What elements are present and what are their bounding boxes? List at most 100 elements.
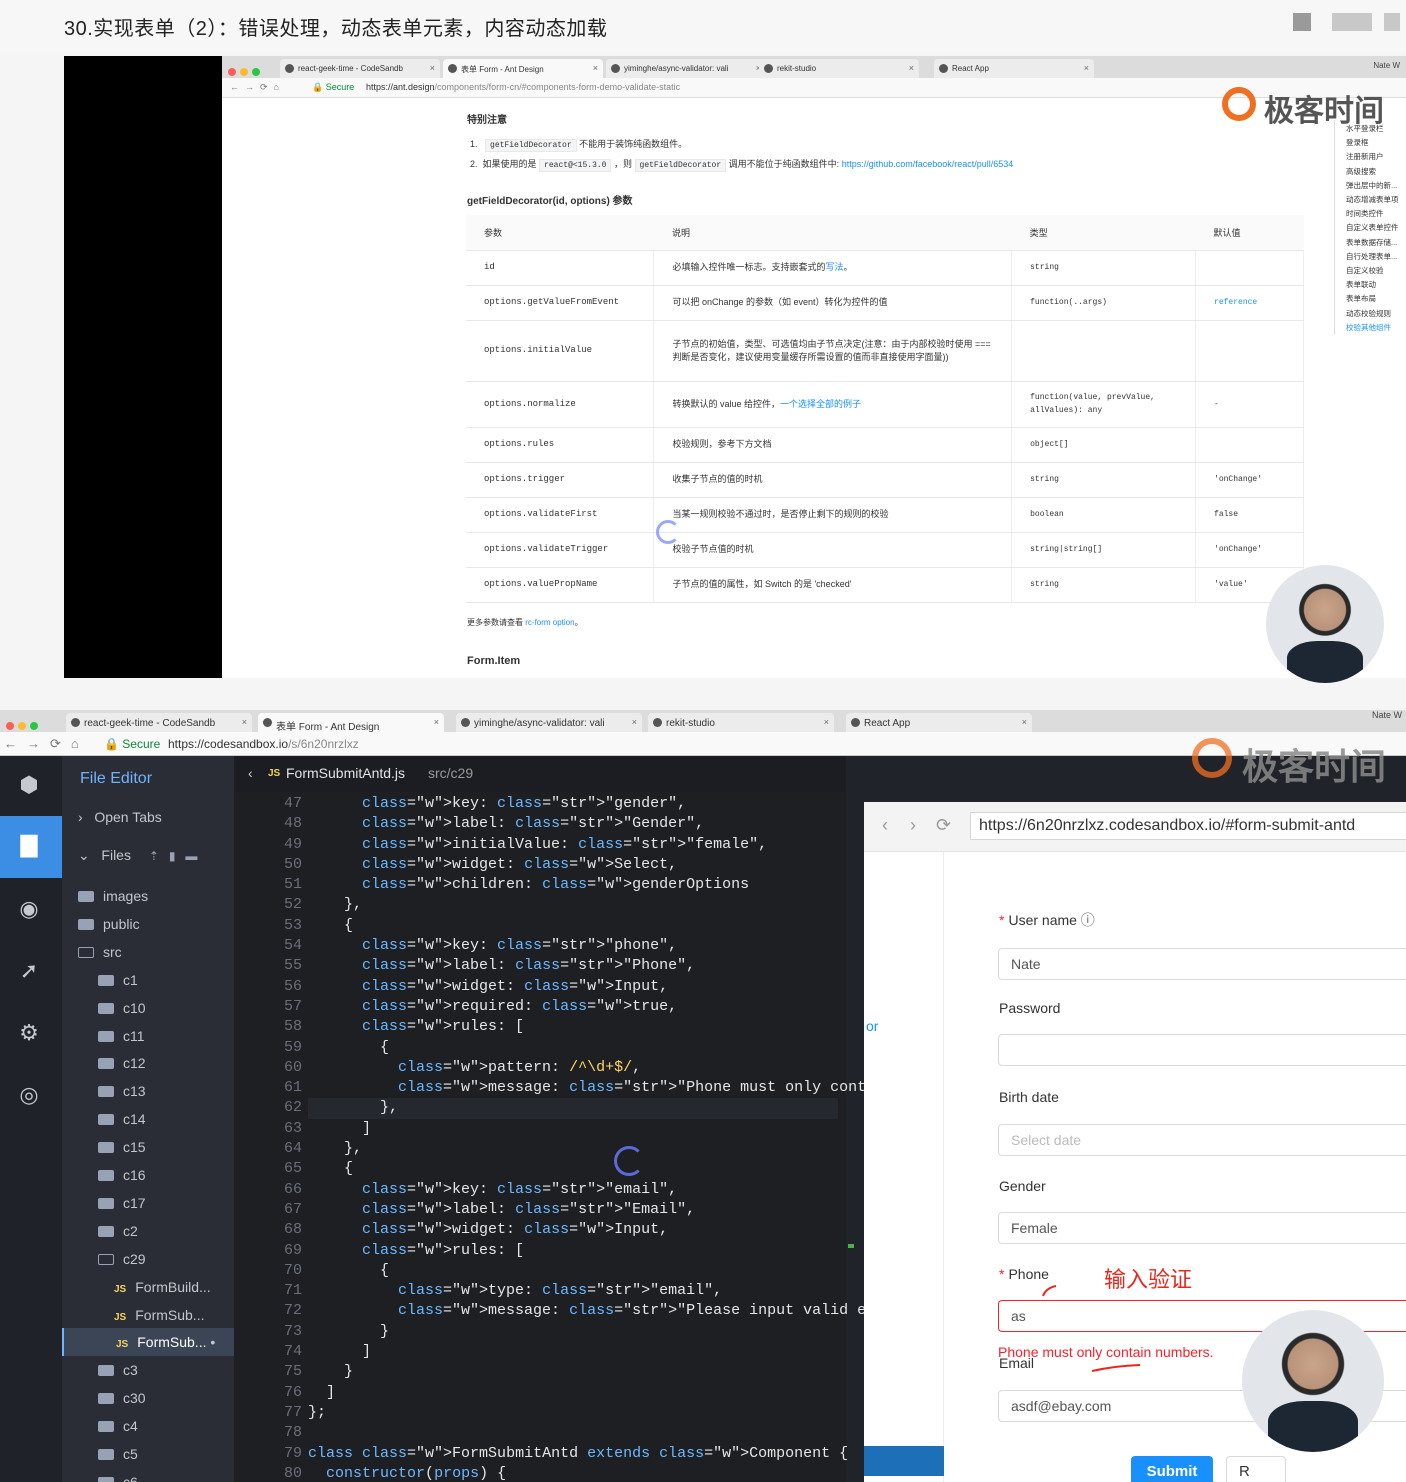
folder-item[interactable]: c4 — [62, 1412, 234, 1440]
toc-item[interactable]: 时间类控件 — [1346, 208, 1384, 219]
close-icon[interactable]: × — [1022, 717, 1027, 727]
code-line[interactable]: class="w">key: class="str">"gender", — [308, 794, 838, 814]
code-line[interactable] — [308, 1423, 838, 1443]
form-input-password[interactable] — [998, 1034, 1406, 1066]
folder-item[interactable]: c13 — [62, 1077, 234, 1105]
browser-tab[interactable]: rekit-studio × — [648, 713, 834, 732]
toc-item[interactable]: 表单联动 — [1346, 279, 1376, 290]
toc-item[interactable]: 动态校验规则 — [1346, 308, 1391, 319]
code-line[interactable]: class="w">message: class="str">"Please i… — [308, 1301, 992, 1321]
window-control-icon[interactable] — [1293, 13, 1311, 31]
browser-tab[interactable]: 表单 Form - Ant Design × — [443, 59, 603, 78]
question-circle-icon[interactable]: ⓘ — [1077, 912, 1095, 928]
window-control-icon[interactable] — [1384, 13, 1400, 31]
file-item[interactable]: JS FormSub... • — [62, 1328, 234, 1357]
config-file-icon[interactable]: ⚙ — [14, 1020, 44, 1046]
description-link[interactable]: 一个选择全部的例子 — [780, 399, 861, 409]
close-icon[interactable]: × — [632, 717, 637, 727]
browser-tab[interactable]: React App × — [846, 713, 1032, 732]
upload-icon[interactable]: ⇡ — [149, 849, 159, 863]
code-line[interactable]: class="w">key: class="str">"email", — [308, 1180, 838, 1200]
code-line[interactable]: class="w">pattern: /^\d+$/, — [308, 1058, 838, 1078]
forward-icon[interactable]: › — [910, 815, 916, 836]
code-line[interactable]: class="w">required: class="w">true, — [308, 997, 838, 1017]
new-folder-icon[interactable]: ▬ — [185, 849, 197, 863]
close-icon[interactable]: × — [1084, 63, 1089, 73]
back-icon[interactable]: ‹ — [882, 815, 888, 836]
code-line[interactable]: constructor(props) { — [308, 1464, 838, 1482]
toc-item[interactable]: 自定义校验 — [1346, 265, 1384, 276]
code-editor[interactable]: ‹ JS FormSubmitAntd.js src/c29 47 48 49 50 5… — [234, 756, 1082, 1482]
code-line[interactable]: class="w">label: class="str">"Email", — [308, 1200, 838, 1220]
param-default[interactable]: reference — [1195, 285, 1304, 321]
react-pr-link[interactable]: https://github.com/facebook/react/pull/6… — [842, 159, 1014, 169]
deploy-rocket-icon[interactable]: ➚ — [14, 958, 44, 984]
browser-tab[interactable]: react-geek-time - CodeSandb × — [66, 713, 252, 732]
folder-item[interactable]: src — [62, 938, 234, 966]
code-line[interactable]: { — [308, 1261, 838, 1281]
close-icon[interactable]: × — [430, 63, 435, 73]
folder-item[interactable]: c3 — [62, 1356, 234, 1384]
folder-item[interactable]: c17 — [62, 1189, 234, 1217]
folder-item[interactable]: c30 — [62, 1384, 234, 1412]
window-control-icon[interactable] — [1332, 13, 1372, 31]
github-icon[interactable]: ◉ — [14, 896, 44, 922]
folder-item[interactable]: c14 — [62, 1105, 234, 1133]
nav-arrows-icon[interactable]: ←→⟳⌂ — [230, 82, 285, 93]
code-line[interactable]: }, — [308, 1098, 838, 1119]
toc-item[interactable]: 动态增减表单项 — [1346, 194, 1399, 205]
folder-item[interactable]: c5 — [62, 1440, 234, 1468]
form-input-birth-date[interactable]: Select date — [998, 1124, 1406, 1156]
toc-item[interactable]: 弹出层中的新... — [1346, 180, 1397, 191]
code-line[interactable]: } — [308, 1362, 838, 1382]
open-tabs-toggle[interactable]: › Open Tabs — [62, 804, 234, 832]
file-item[interactable]: JS FormSub... — [62, 1301, 234, 1329]
code-line[interactable]: { — [308, 1159, 838, 1179]
submit-button[interactable]: Submit — [1131, 1456, 1213, 1482]
new-file-icon[interactable]: ▮ — [169, 849, 176, 863]
code-line[interactable]: class="w">message: class="str">"Phone mu… — [308, 1078, 983, 1098]
browser-tab[interactable]: react-geek-time - CodeSandb × — [280, 59, 440, 78]
description-link[interactable]: 写法 — [825, 262, 843, 272]
folder-item[interactable]: public — [62, 910, 234, 938]
folder-item[interactable]: c1 — [62, 966, 234, 994]
url-text[interactable]: https://codesandbox.io/s/6n20nrzlxz — [168, 737, 359, 751]
file-editor-icon[interactable]: ▇ — [14, 832, 44, 858]
folder-item[interactable]: c11 — [62, 1022, 234, 1050]
code-line[interactable]: class="w">widget: class="w">Input, — [308, 977, 838, 997]
toc-item[interactable]: 表单数据存储... — [1346, 237, 1397, 248]
code-line[interactable]: ] — [308, 1119, 838, 1139]
close-icon[interactable]: × — [593, 63, 598, 73]
url-text[interactable]: https://ant.design/components/form-cn/#c… — [366, 82, 680, 92]
codesandbox-logo-icon[interactable]: ⬢ — [14, 772, 44, 798]
code-line[interactable]: class="w">label: class="str">"Gender", — [308, 814, 838, 834]
code-line[interactable]: ] — [308, 1383, 838, 1403]
code-line[interactable]: class="w">initialValue: class="str">"fem… — [308, 835, 838, 855]
close-icon[interactable]: × — [824, 717, 829, 727]
nav-arrows-icon[interactable]: ←→⟳⌂ — [4, 736, 89, 752]
toc-item[interactable]: 登录框 — [1346, 137, 1369, 148]
browser-tab[interactable]: yiminghe/async-validator: vali× — [456, 713, 642, 732]
code-line[interactable]: class="w">label: class="str">"Phone", — [308, 956, 838, 976]
browser-tab[interactable]: yiminghe/async-validator: vali× — [606, 59, 766, 78]
folder-item[interactable]: c16 — [62, 1161, 234, 1189]
back-chevron-icon[interactable]: ‹ — [248, 765, 253, 781]
code-line[interactable]: class="w">rules: [ — [308, 1241, 838, 1261]
code-line[interactable]: }; — [308, 1403, 838, 1423]
rc-form-link[interactable]: rc-form option — [525, 618, 574, 627]
refresh-icon[interactable]: ⟳ — [936, 815, 951, 836]
toc-item[interactable]: 校验其他组件 — [1346, 322, 1391, 333]
code-line[interactable]: class="w">key: class="str">"phone", — [308, 936, 838, 956]
code-line[interactable]: class="w">type: class="str">"email", — [308, 1281, 838, 1301]
folder-item[interactable]: c6 — [62, 1468, 234, 1482]
code-line[interactable]: { — [308, 1038, 838, 1058]
form-input-gender[interactable]: Female — [998, 1212, 1406, 1244]
close-icon[interactable]: × — [242, 717, 247, 727]
folder-item[interactable]: c29 — [62, 1245, 234, 1273]
folder-item[interactable]: c12 — [62, 1049, 234, 1077]
code-line[interactable]: } — [308, 1322, 838, 1342]
live-share-icon[interactable]: ◎ — [14, 1082, 44, 1108]
browser-tab[interactable]: 表单 Form - Ant Design × — [258, 713, 444, 732]
browser-tab[interactable]: rekit-studio × — [759, 59, 919, 78]
code-line[interactable]: }, — [308, 1139, 838, 1159]
